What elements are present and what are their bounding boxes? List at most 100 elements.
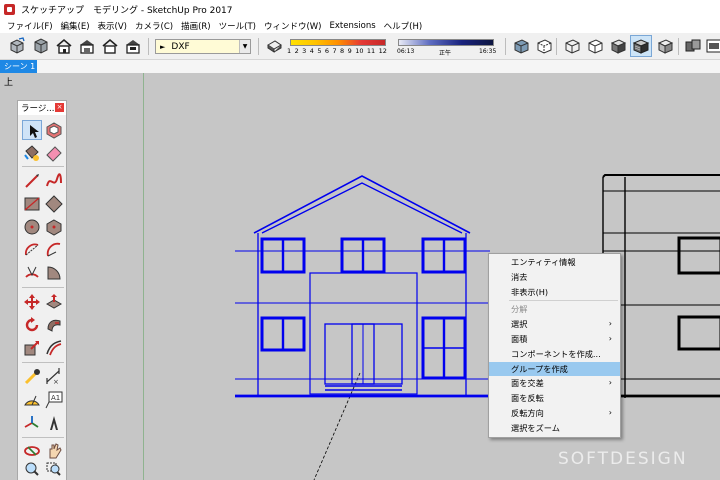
layer-pointer-icon: ► (160, 42, 166, 51)
month-slider[interactable] (290, 39, 386, 46)
cm-separator (509, 300, 618, 302)
menu-extensions[interactable]: Extensions (326, 21, 380, 31)
svg-text:A1: A1 (51, 394, 60, 402)
tape-measure-icon[interactable] (22, 367, 42, 387)
cm-select-label: 選択 (511, 319, 528, 330)
standard-views-icon[interactable] (8, 37, 26, 55)
zoom-window-icon[interactable] (44, 461, 64, 476)
large-tool-set-palette: ラージ... × × A1 (17, 100, 67, 480)
cm-area[interactable]: 面積 › (489, 332, 620, 347)
cm-intersect-faces[interactable]: 面を交差 › (489, 376, 620, 391)
menu-tools[interactable]: ツール(T) (215, 20, 260, 32)
month-label: 12 (378, 47, 387, 55)
menu-camera[interactable]: カメラ(C) (131, 20, 177, 32)
two-point-arc-icon[interactable] (44, 240, 64, 260)
month-label: 1 (287, 47, 292, 55)
palette-title: ラージ... (21, 104, 55, 114)
top-view-icon[interactable] (55, 37, 73, 55)
month-label: 4 (309, 47, 314, 55)
toolbar-separator (678, 38, 679, 55)
push-pull-icon[interactable] (44, 292, 64, 312)
close-icon[interactable]: × (55, 103, 64, 112)
context-menu: エンティティ情報 消去 非表示(H) 分解 選択 › 面積 › コンポーネントを作成… (488, 253, 621, 438)
cm-entity-info[interactable]: エンティティ情報 (489, 255, 620, 270)
toolbar: ► DXF ▼ 1 2 3 4 5 6 7 8 9 10 11 12 06:13… (0, 33, 720, 60)
palette-separator (22, 437, 64, 438)
xray-icon[interactable] (512, 37, 530, 55)
roof-inner (261, 182, 463, 234)
layer-select[interactable]: ► DXF ▼ (155, 39, 251, 54)
paint-bucket-icon[interactable] (22, 143, 42, 163)
components-icon[interactable] (684, 37, 702, 55)
iso-view-icon[interactable] (32, 37, 50, 55)
scale-icon[interactable] (22, 338, 42, 358)
menu-edit[interactable]: 編集(E) (57, 20, 94, 32)
three-point-arc-icon[interactable] (22, 263, 42, 283)
polygon-icon[interactable] (44, 217, 64, 237)
move-icon[interactable] (22, 292, 42, 312)
month-label: 2 (294, 47, 299, 55)
make-component-icon[interactable] (44, 120, 64, 140)
right-view-icon[interactable] (101, 37, 119, 55)
cm-zoom-selection[interactable]: 選択をズーム (489, 421, 620, 436)
cm-make-component[interactable]: コンポーネントを作成... (489, 347, 620, 362)
menu-view[interactable]: 表示(V) (94, 20, 131, 32)
orbit-icon[interactable] (22, 441, 42, 461)
line-icon[interactable] (22, 171, 42, 191)
month-label: 11 (366, 47, 376, 55)
eraser-icon[interactable] (44, 143, 64, 163)
outliner-icon[interactable] (705, 37, 720, 55)
follow-me-icon[interactable] (44, 315, 64, 335)
month-labels: 1 2 3 4 5 6 7 8 9 10 11 12 (287, 47, 387, 55)
roof-outer (253, 175, 471, 234)
hidden-line-icon[interactable] (586, 37, 604, 55)
offset-icon[interactable] (44, 338, 64, 358)
month-label: 6 (324, 47, 330, 55)
month-label: 8 (340, 47, 345, 55)
chevron-down-icon[interactable]: ▼ (239, 40, 250, 53)
shaded-icon[interactable] (609, 37, 627, 55)
text-icon[interactable]: A1 (44, 390, 64, 410)
rectangle-icon[interactable] (22, 194, 42, 214)
menu-file[interactable]: ファイル(F) (3, 20, 57, 32)
select-icon[interactable] (22, 120, 42, 140)
wireframe-icon[interactable] (563, 37, 581, 55)
cm-flip-along[interactable]: 反転方向 › (489, 406, 620, 421)
axes-icon[interactable] (22, 413, 42, 433)
svg-text:×: × (53, 378, 59, 386)
circle-icon[interactable] (22, 217, 42, 237)
cm-make-group[interactable]: グループを作成 (489, 361, 620, 377)
month-label: 5 (317, 47, 322, 55)
cm-area-label: 面積 (511, 333, 528, 344)
monochrome-icon[interactable] (656, 37, 674, 55)
cm-select[interactable]: 選択 › (489, 317, 620, 332)
pie-icon[interactable] (44, 263, 64, 283)
front-view-icon[interactable] (78, 37, 96, 55)
shaded-textures-icon[interactable] (630, 35, 652, 57)
toolbar-separator (556, 38, 557, 55)
pan-icon[interactable] (44, 441, 64, 461)
tab-scene-1[interactable]: シーン 1 (0, 60, 37, 73)
dimension-icon[interactable]: × (44, 367, 64, 387)
zoom-icon[interactable] (22, 461, 42, 476)
back-view-icon[interactable] (124, 37, 142, 55)
rotate-icon[interactable] (22, 315, 42, 335)
palette-titlebar[interactable]: ラージ... × (18, 101, 66, 115)
menu-help[interactable]: ヘルプ(H) (380, 20, 427, 32)
arc-icon[interactable] (22, 240, 42, 260)
cm-reverse-faces[interactable]: 面を反転 (489, 391, 620, 406)
cm-erase[interactable]: 消去 (489, 270, 620, 285)
rotated-rectangle-icon[interactable] (44, 194, 64, 214)
menu-draw[interactable]: 描画(R) (177, 20, 215, 32)
3d-text-icon[interactable] (44, 413, 64, 433)
shadow-settings-icon[interactable] (265, 37, 283, 55)
time-slider[interactable] (398, 39, 494, 46)
cm-hide[interactable]: 非表示(H) (489, 285, 620, 300)
freehand-icon[interactable] (44, 171, 64, 191)
drawing-viewport[interactable]: 上 ラージ... × × A1 エンティティ情報 消去 非表示(H) 分解 選択… (0, 73, 720, 480)
sketchup-logo-icon (4, 3, 15, 15)
back-edges-icon[interactable] (535, 37, 553, 55)
menu-window[interactable]: ウィンドウ(W) (260, 20, 326, 32)
protractor-icon[interactable] (22, 390, 42, 410)
cm-flip-along-label: 反転方向 (511, 407, 544, 418)
